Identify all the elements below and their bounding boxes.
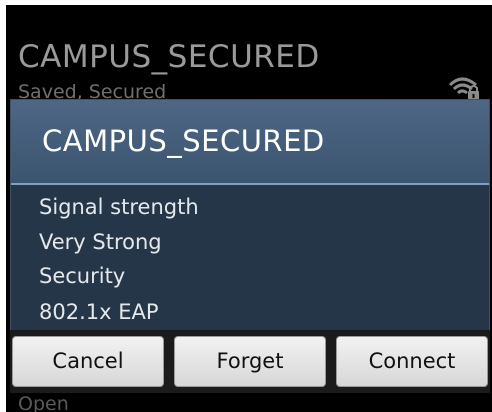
signal-strength-value: Very Strong: [39, 230, 162, 254]
dialog-button-bar: Cancel Forget Connect: [10, 330, 490, 393]
title-divider: [11, 183, 489, 185]
wifi-list-item-2[interactable]: Open: [18, 393, 69, 412]
dialog-header: CAMPUS_SECURED: [11, 100, 489, 183]
dialog-title: CAMPUS_SECURED: [42, 124, 325, 158]
security-label: Security: [39, 264, 126, 288]
security-value: 802.1x EAP: [39, 300, 159, 324]
wifi-list-item[interactable]: CAMPUS_SECURED Saved, Secured: [6, 5, 492, 103]
wifi-ssid: CAMPUS_SECURED: [18, 39, 320, 75]
screen: CAMPUS_SECURED Saved, Secured Open CAMPU…: [6, 5, 492, 412]
signal-strength-label: Signal strength: [39, 195, 199, 219]
forget-button[interactable]: Forget: [174, 336, 326, 387]
connect-button[interactable]: Connect: [336, 336, 488, 387]
cancel-button[interactable]: Cancel: [12, 336, 164, 387]
